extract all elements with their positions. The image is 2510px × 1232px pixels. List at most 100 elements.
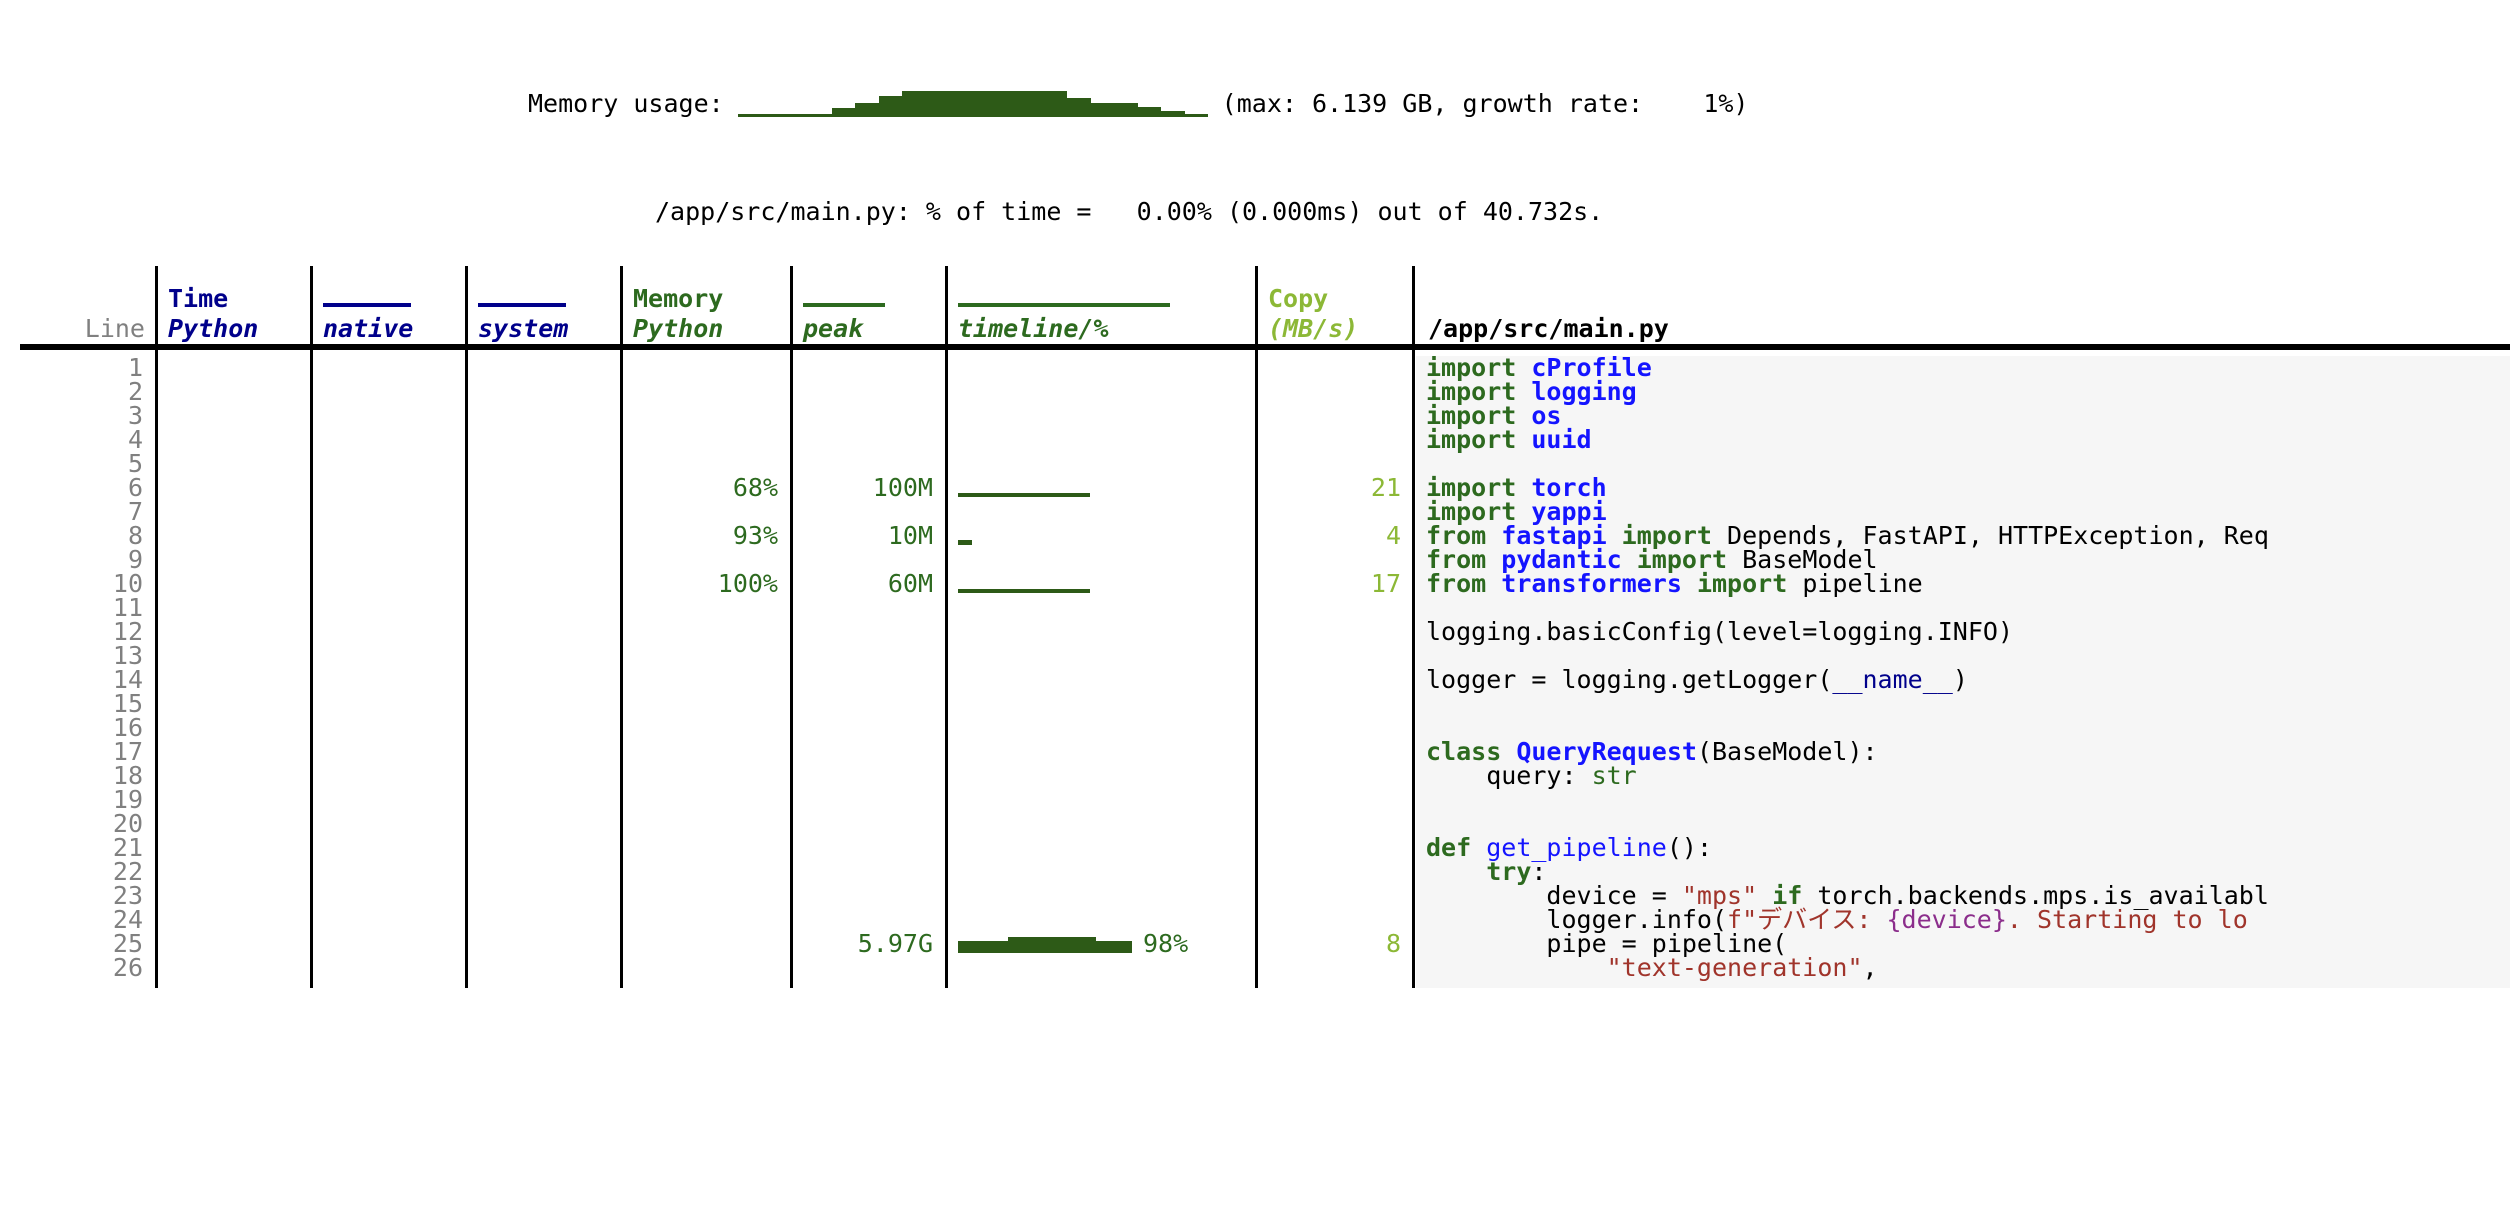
source-code-line: import logging [1416,379,2510,404]
row-memory-python [623,740,790,764]
row-memory-python [623,884,790,908]
row-copy-rate [1258,836,1413,860]
code-token: (): [1666,833,1712,862]
row-memory-python [623,644,790,668]
memory-sparkline-bar [972,91,997,117]
row-memory-python [623,668,790,692]
code-token: , [1862,953,1878,982]
code-token: . Starting to lo [2006,905,2248,934]
memory-sparkline-bar [1113,102,1138,117]
row-copy-rate [1258,884,1413,908]
row-memory-peak [793,956,945,980]
source-code-line: def get_pipeline(): [1416,833,2510,862]
memory-sparkline-bar [784,114,809,117]
col-divider-7 [1255,266,1258,988]
row-memory-python: 68% [732,473,778,502]
source-code-line: "text-generation", [1416,953,2510,982]
row-timeline-sparkline [956,572,1247,596]
timeline-segment [958,589,1090,593]
row-copy-rate: 4 [1385,521,1401,550]
timeline-rule [958,303,1170,307]
memory-sparkline-bar [949,91,974,117]
memory-sparkline-bar [1066,97,1091,117]
row-memory-peak [793,644,945,668]
code-token: {device} [1886,905,2007,934]
row-copy-rate [1258,596,1413,620]
profile-header: Memory usage: (max: 6.139 GB, growth rat… [0,0,2510,266]
row-memory-peak: 5.97G [857,929,933,958]
col-divider-1 [155,266,158,988]
code-token: ) [1952,665,1968,694]
row-memory-python [623,620,790,644]
row-timeline-sparkline [956,524,1247,548]
col-divider-8 [1412,266,1415,988]
row-memory-python [623,380,790,404]
row-copy-rate [1258,380,1413,404]
row-copy-rate [1258,764,1413,788]
code-token: "text-generation" [1606,953,1863,982]
col-divider-3 [465,266,468,988]
row-copy-rate [1258,620,1413,644]
row-memory-python [623,764,790,788]
col-divider-2 [310,266,313,988]
memory-sparkline-bar [878,96,903,117]
memory-sparkline-bar [1137,106,1162,117]
column-header-time-system: system [468,266,620,344]
row-memory-peak [793,788,945,812]
row-memory-python [623,860,790,884]
row-memory-python [623,836,790,860]
row-memory-peak: 10M [887,521,933,550]
code-token: str [1591,761,1637,790]
col-divider-6 [945,266,948,988]
memory-sparkline-bar [808,114,833,117]
row-memory-python [623,716,790,740]
timeline-segment [1008,937,1096,953]
memory-sparkline-bar [902,91,927,117]
row-memory-python [623,356,790,380]
row-memory-python: 93% [732,521,778,550]
row-memory-python [623,956,790,980]
row-memory-python [623,908,790,932]
row-memory-peak [793,380,945,404]
row-memory-python [623,596,790,620]
row-memory-peak: 100M [872,473,933,502]
row-timeline-sparkline [956,476,1247,500]
column-header-copy: Copy (MB/s) [1268,284,1359,343]
source-code-line: logging.basicConfig(level=logging.INFO) [1416,617,2510,646]
row-line-number: 26 [112,953,143,982]
peak-rule [803,303,885,307]
row-copy-rate: 8 [1385,929,1401,958]
memory-sparkline-bar [737,114,762,117]
memory-usage-label: Memory usage: [528,89,724,118]
memory-sparkline-bar [1184,114,1209,117]
timeline-segment [958,493,1090,497]
memory-sparkline-bar [855,102,880,117]
timeline-segment [958,540,972,545]
code-token: pipeline [1802,569,1923,598]
row-memory-peak [793,620,945,644]
column-header-time-native: native [313,266,465,344]
code-token: logging.basicConfig(level=logging.INFO) [1426,617,2013,646]
memory-sparkline-bar [761,114,786,117]
row-memory-python: 100% [717,569,778,598]
row-memory-peak [793,740,945,764]
row-memory-peak [793,884,945,908]
row-copy-rate [1258,692,1413,716]
row-copy-rate [1258,956,1413,980]
memory-usage-row: Memory usage: (max: 6.139 GB, growth rat… [0,86,2510,122]
code-token: import [1681,569,1803,598]
column-header-line: Line [84,314,145,343]
memory-sparkline-bar [1090,102,1115,117]
memory-sparkline-bar [925,91,950,117]
row-memory-python [623,404,790,428]
source-code-line: from transformers import pipeline [1416,569,2510,598]
row-copy-rate [1258,860,1413,884]
row-memory-peak [793,860,945,884]
code-token: query: [1426,761,1592,790]
row-copy-rate: 21 [1370,473,1401,502]
source-code-pane[interactable]: import cProfile import logging import os im… [1416,356,2510,988]
col-divider-4 [620,266,623,988]
memory-usage-sparkline [737,91,1209,117]
file-time-row: /app/src/main.py: % of time = 0.00% (0.0… [0,194,2510,230]
row-copy-rate: 17 [1370,569,1401,598]
